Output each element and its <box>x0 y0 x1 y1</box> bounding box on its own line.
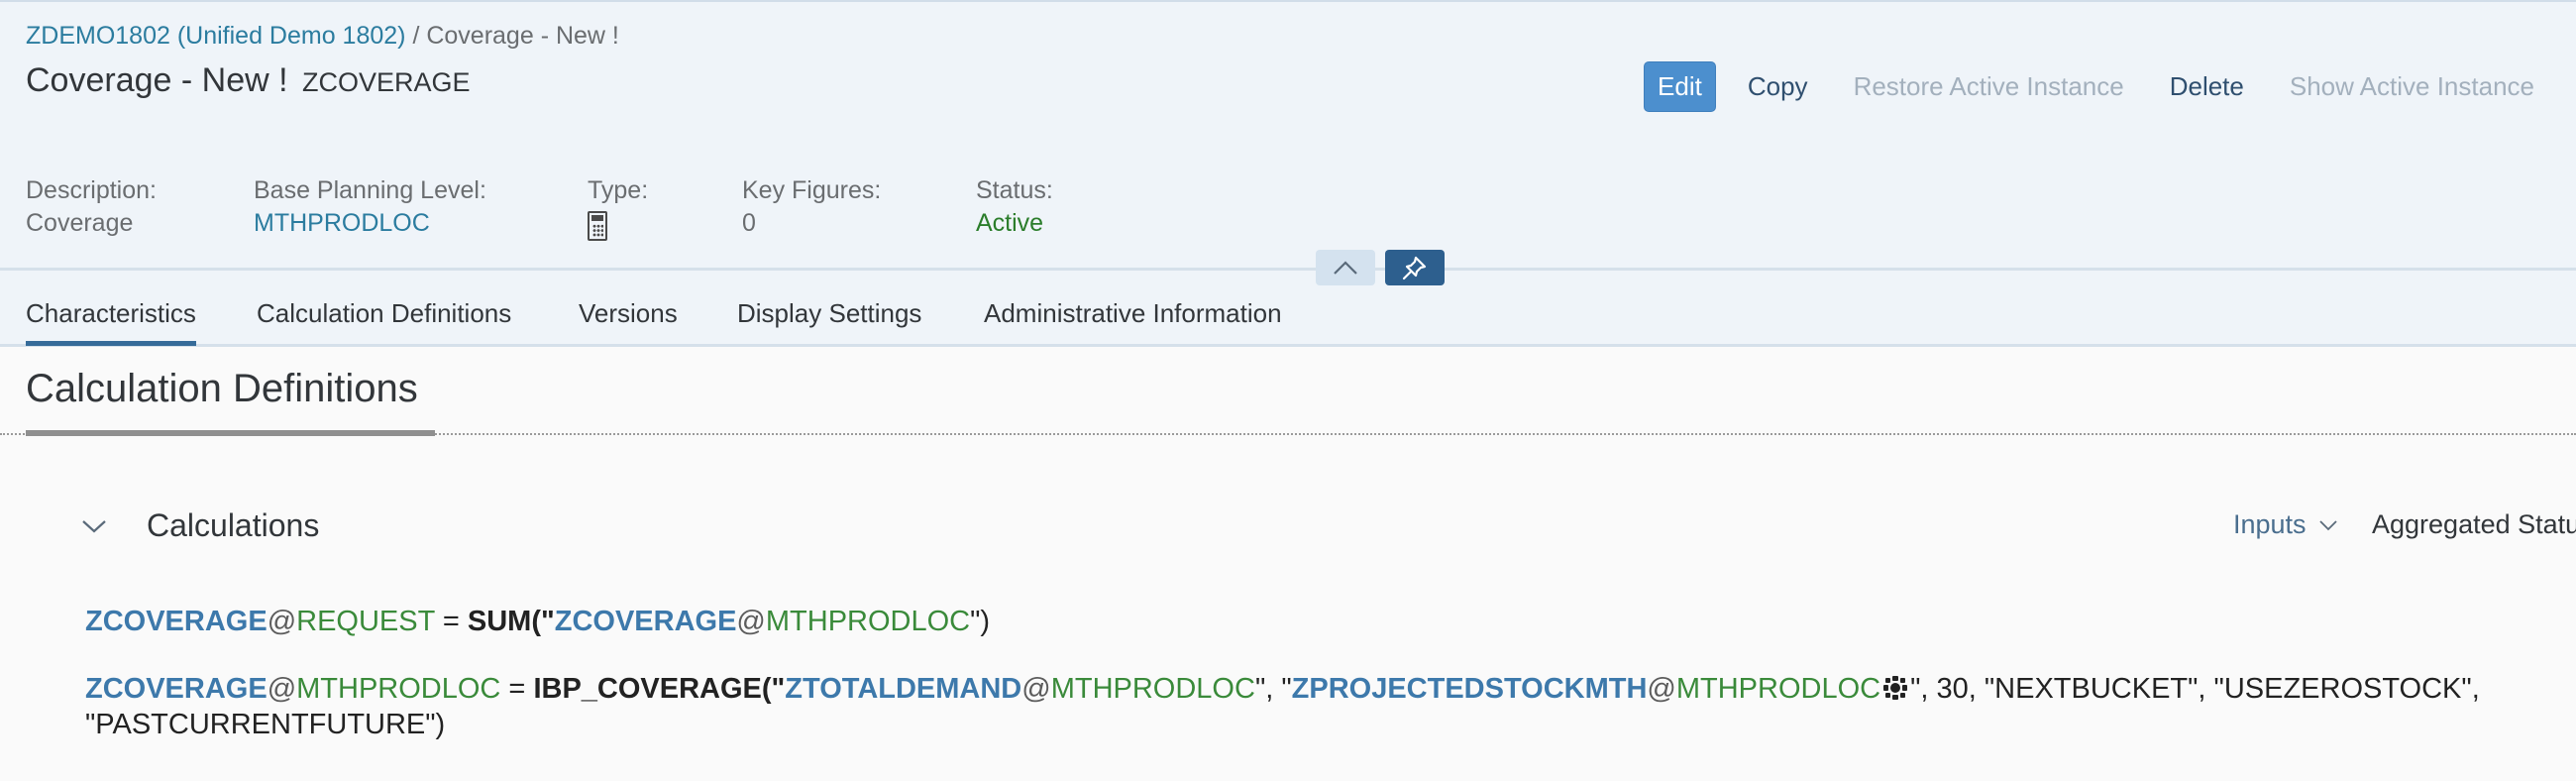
base-planning-level-link[interactable]: MTHPRODLOC <box>254 209 588 238</box>
formula-base-level-continuation: "PASTCURRENTFUTURE") <box>85 709 446 740</box>
inputs-label: Inputs <box>2233 509 2307 539</box>
inputs-dropdown[interactable]: Inputs <box>2233 509 2338 540</box>
key-figures-label: Key Figures: <box>742 176 882 204</box>
delete-button[interactable]: Delete <box>2156 61 2258 112</box>
pin-header-button[interactable] <box>1385 250 1445 285</box>
header-actions: Edit Copy Restore Active Instance Delete… <box>1626 61 2548 112</box>
copy-button[interactable]: Copy <box>1734 61 1822 112</box>
collapse-header-button[interactable] <box>1316 250 1375 285</box>
attribute-type: Type: <box>588 176 742 248</box>
title-row: Coverage - New ! ZCOVERAGE <box>26 61 471 100</box>
key-figure-ref[interactable]: ZCOVERAGE <box>85 606 268 637</box>
restore-active-instance-button[interactable]: Restore Active Instance <box>1840 61 2138 112</box>
status-label: Status: <box>976 176 1053 204</box>
tab-characteristics[interactable]: Characteristics <box>26 298 196 346</box>
section-title: Calculation Definitions <box>26 367 418 410</box>
breadcrumb: ZDEMO1802 (Unified Demo 1802) / Coverage… <box>26 22 619 51</box>
key-figure-ref[interactable]: ZCOVERAGE <box>85 673 268 705</box>
breadcrumb-separator: / <box>405 22 427 50</box>
tab-bar: Characteristics Calculation Definitions … <box>0 271 2576 347</box>
description-label: Description: <box>26 176 157 204</box>
function-name: SUM(" <box>467 606 555 637</box>
show-active-instance-button[interactable]: Show Active Instance <box>2276 61 2548 112</box>
base-planning-level-label: Base Planning Level: <box>254 176 486 204</box>
calculations-panel-header: Calculations Inputs Aggregated Statu <box>0 496 2576 555</box>
tab-calculation-definitions[interactable]: Calculation Definitions <box>257 298 511 341</box>
planning-level-ref: MTHPRODLOC <box>296 673 501 705</box>
breadcrumb-link-model[interactable]: ZDEMO1802 (Unified Demo 1802) <box>26 22 406 50</box>
calculator-icon <box>588 211 607 241</box>
planning-level-ref: REQUEST <box>296 606 435 637</box>
attribute-status: Status: Active <box>976 176 1174 248</box>
header-attributes: Description: Coverage Base Planning Leve… <box>26 176 1174 248</box>
chevron-down-icon <box>82 520 106 533</box>
type-label: Type: <box>588 176 649 204</box>
attribute-key-figures: Key Figures: 0 <box>742 176 976 248</box>
planning-level-ref: MTHPRODLOC <box>1675 673 1881 705</box>
page-subtitle: ZCOVERAGE <box>302 67 471 97</box>
planning-level-ref: MTHPRODLOC <box>1050 673 1255 705</box>
key-figure-ref[interactable]: ZPROJECTEDSTOCKMTH <box>1292 673 1648 705</box>
key-figures-value: 0 <box>742 209 756 237</box>
expand-collapse-button[interactable] <box>79 513 109 537</box>
description-value: Coverage <box>26 209 134 237</box>
planning-level-ref: MTHPRODLOC <box>765 606 971 637</box>
page-title: Coverage - New ! <box>26 61 288 99</box>
function-name: IBP_COVERAGE(" <box>533 673 786 705</box>
gear-icon <box>1883 676 1908 700</box>
tab-display-settings[interactable]: Display Settings <box>737 298 921 341</box>
attribute-base-planning-level: Base Planning Level: MTHPRODLOC <box>254 176 588 248</box>
aggregated-status-label: Aggregated Statu <box>2372 509 2576 539</box>
status-badge: Active <box>976 209 1044 237</box>
attribute-description: Description: Coverage <box>26 176 254 248</box>
object-page-header: ZDEMO1802 (Unified Demo 1802) / Coverage… <box>0 0 2576 270</box>
formula-request-level: ZCOVERAGE@REQUEST = SUM("ZCOVERAGE@MTHPR… <box>85 606 991 637</box>
key-figure-ref[interactable]: ZCOVERAGE <box>555 606 737 637</box>
section-title-underline <box>26 430 435 436</box>
panel-title: Calculations <box>147 507 320 543</box>
chevron-up-icon <box>1334 261 1357 275</box>
breadcrumb-current: Coverage - New ! <box>426 22 619 50</box>
tab-administrative-information[interactable]: Administrative Information <box>984 298 1282 341</box>
key-figure-ref[interactable]: ZTOTALDEMAND <box>785 673 1021 705</box>
edit-button[interactable]: Edit <box>1644 61 1716 112</box>
tab-versions[interactable]: Versions <box>579 298 678 341</box>
formula-base-level: ZCOVERAGE@MTHPRODLOC = IBP_COVERAGE("ZTO… <box>85 673 2480 705</box>
chevron-down-icon <box>2318 519 2337 530</box>
pin-icon <box>1402 256 1427 280</box>
